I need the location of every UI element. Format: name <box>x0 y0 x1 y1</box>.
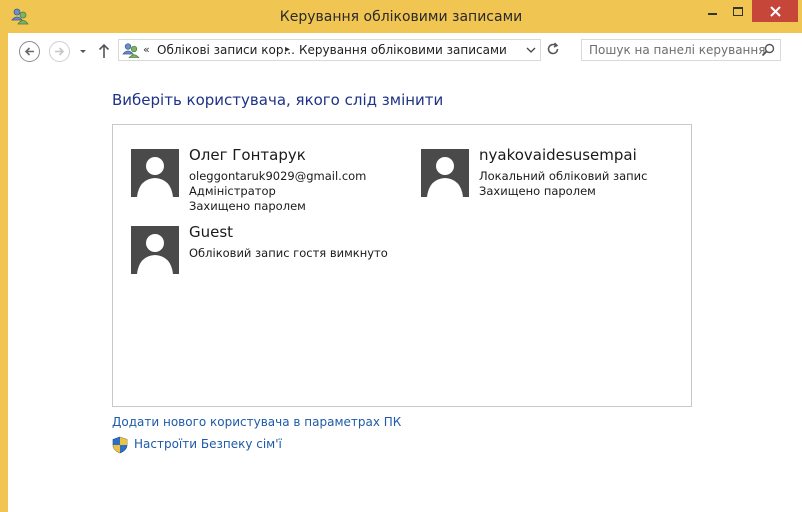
page-title: Виберіть користувача, якого слід змінити <box>112 91 444 109</box>
account-name: Guest <box>189 223 234 241</box>
user-silhouette-icon <box>427 157 463 197</box>
window: Керування обліковими записами « Облікові… <box>0 0 802 512</box>
maximize-button[interactable] <box>724 0 752 22</box>
breadcrumb-item-manage-accounts[interactable]: Керування обліковими записами <box>299 43 507 57</box>
control-panel-icon <box>122 43 140 58</box>
accounts-panel: Олег Гонтарук oleggontaruk9029@gmail.com… <box>112 124 692 407</box>
account-tile-guest[interactable]: Guest Обліковий запис гостя вимкнуто <box>131 223 401 276</box>
account-status: Обліковий запис гостя вимкнуто <box>189 246 388 260</box>
account-password-status: Захищено паролем <box>189 199 306 213</box>
forward-arrow-icon <box>55 47 65 56</box>
user-silhouette-icon <box>137 234 173 274</box>
family-safety-link[interactable]: Настроїти Безпеку сім'ї <box>134 437 282 451</box>
address-bar[interactable]: « Облікові записи кор... ▸ Керування обл… <box>118 39 541 61</box>
avatar <box>131 226 179 274</box>
client-area: « Облікові записи кор... ▸ Керування обл… <box>8 33 802 512</box>
navigation-bar: « Облікові записи кор... ▸ Керування обл… <box>8 33 802 69</box>
account-type: Адміністратор <box>189 184 276 198</box>
uac-shield-icon <box>112 436 128 454</box>
account-name: Олег Гонтарук <box>189 146 306 164</box>
recent-locations-chevron-icon[interactable] <box>78 46 88 56</box>
breadcrumb-item-user-accounts[interactable]: Облікові записи кор... <box>157 43 295 57</box>
up-arrow-icon[interactable] <box>97 42 111 60</box>
close-icon <box>769 5 781 17</box>
avatar <box>131 149 179 197</box>
breadcrumb-arrow[interactable]: ▸ <box>285 44 290 55</box>
address-dropdown-icon[interactable] <box>526 46 536 54</box>
maximize-icon <box>733 6 743 16</box>
add-user-link[interactable]: Додати нового користувача в параметрах П… <box>112 415 401 429</box>
account-email: oleggontaruk9029@gmail.com <box>189 169 367 183</box>
minimize-icon <box>707 13 717 15</box>
close-button[interactable] <box>752 0 798 22</box>
breadcrumb-overflow[interactable]: « <box>143 43 150 56</box>
search-placeholder: Пошук на панелі керування <box>589 43 766 57</box>
title-bar[interactable]: Керування обліковими записами <box>0 0 802 33</box>
account-tile-nyakovaidesusempai[interactable]: nyakovaidesusempai Локальний обліковий з… <box>421 146 681 209</box>
account-type: Локальний обліковий запис <box>479 169 648 183</box>
account-name: nyakovaidesusempai <box>479 146 637 164</box>
user-silhouette-icon <box>137 157 173 197</box>
forward-button[interactable] <box>49 41 70 62</box>
account-tile-oleg[interactable]: Олег Гонтарук oleggontaruk9029@gmail.com… <box>131 146 401 213</box>
back-arrow-icon <box>24 47 34 56</box>
back-button[interactable] <box>19 41 40 62</box>
account-password-status: Захищено паролем <box>479 184 596 198</box>
avatar <box>421 149 469 197</box>
search-input[interactable]: Пошук на панелі керування <box>581 39 781 61</box>
window-title: Керування обліковими записами <box>279 9 523 25</box>
refresh-icon[interactable] <box>546 42 560 56</box>
search-icon[interactable] <box>761 43 775 57</box>
